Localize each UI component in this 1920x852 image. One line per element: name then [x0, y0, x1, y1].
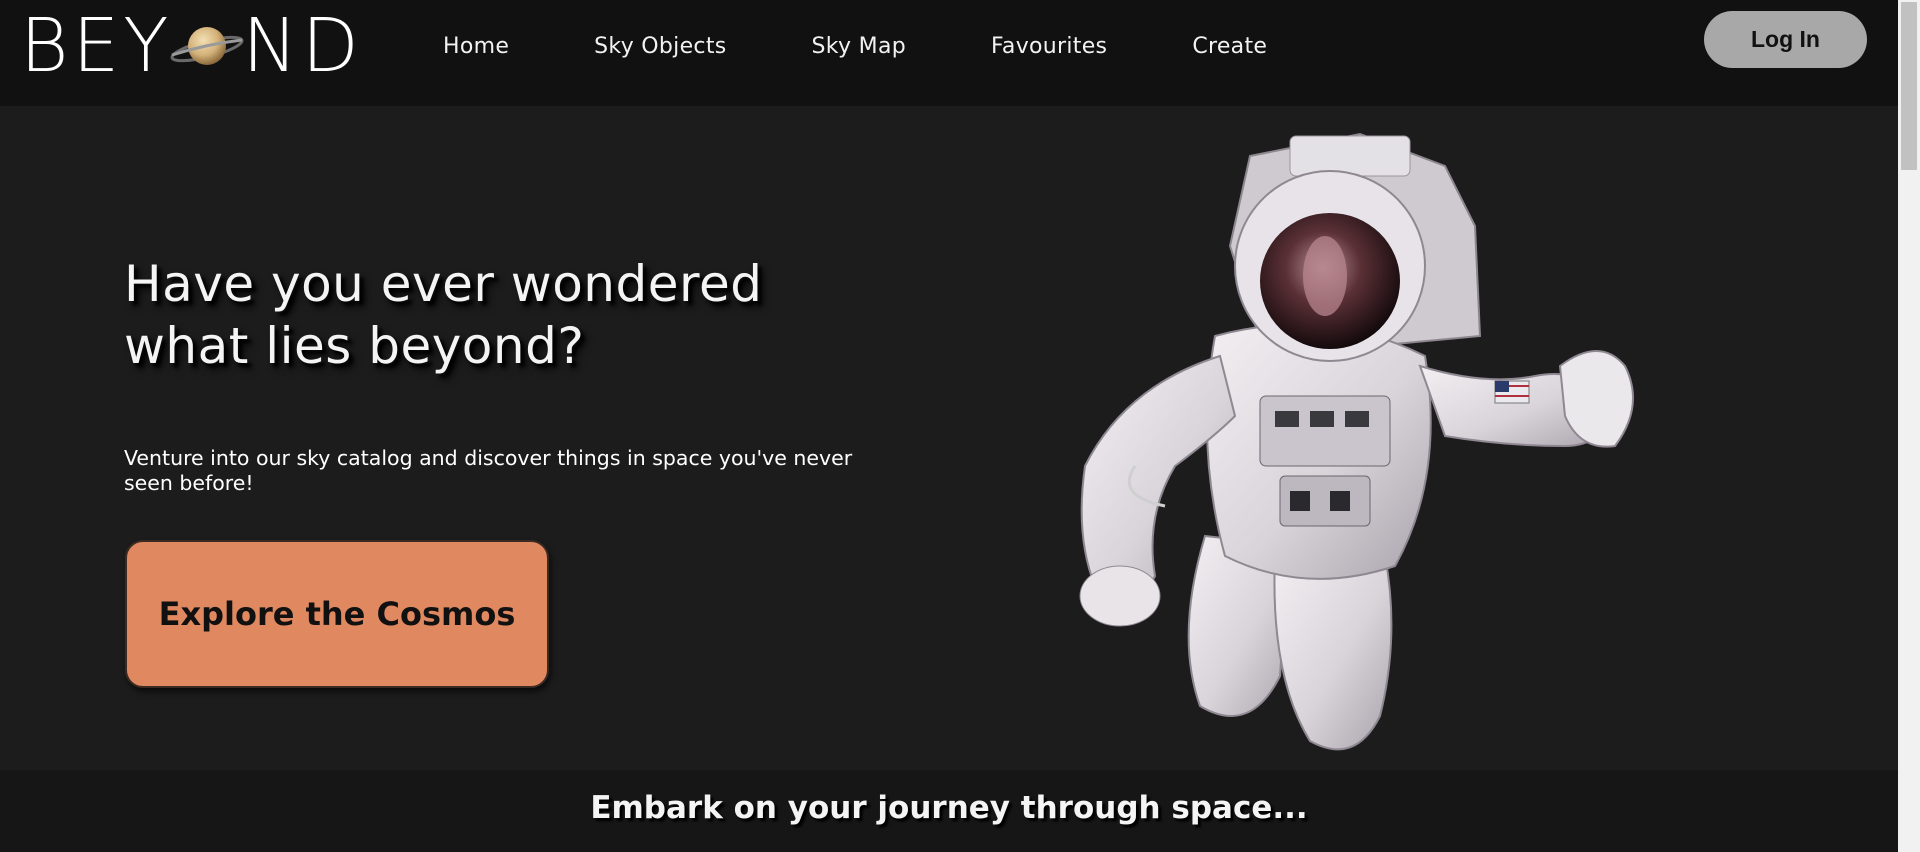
hero-title: Have you ever wondered what lies beyond? — [124, 255, 763, 375]
saturn-icon — [168, 16, 246, 76]
explore-cosmos-button[interactable]: Explore the Cosmos — [125, 540, 549, 688]
nav-sky-map[interactable]: Sky Map — [812, 34, 906, 59]
journey-section: Embark on your journey through space... — [0, 770, 1898, 852]
main-nav: Home Sky Objects Sky Map Favourites Crea… — [443, 34, 1267, 59]
journey-title: Embark on your journey through space... — [590, 790, 1308, 826]
page-scrollbar[interactable] — [1898, 0, 1920, 852]
navbar: BEY ND Home Sky Objects Sky Map Favourit… — [0, 0, 1898, 106]
logo-text-start: BEY — [20, 3, 173, 89]
nav-favourites[interactable]: Favourites — [991, 34, 1107, 59]
hero-subtitle: Venture into our sky catalog and discove… — [124, 446, 853, 495]
login-button[interactable]: Log In — [1704, 11, 1867, 68]
scrollbar-thumb[interactable] — [1901, 2, 1917, 170]
nav-sky-objects[interactable]: Sky Objects — [594, 34, 726, 59]
astronaut-image — [1079, 132, 1634, 751]
nav-home[interactable]: Home — [443, 34, 509, 59]
site-logo[interactable]: BEY ND — [20, 3, 363, 89]
logo-text-end: ND — [242, 3, 363, 89]
hero-section: Have you ever wondered what lies beyond?… — [0, 106, 1898, 770]
nav-create[interactable]: Create — [1192, 34, 1267, 59]
